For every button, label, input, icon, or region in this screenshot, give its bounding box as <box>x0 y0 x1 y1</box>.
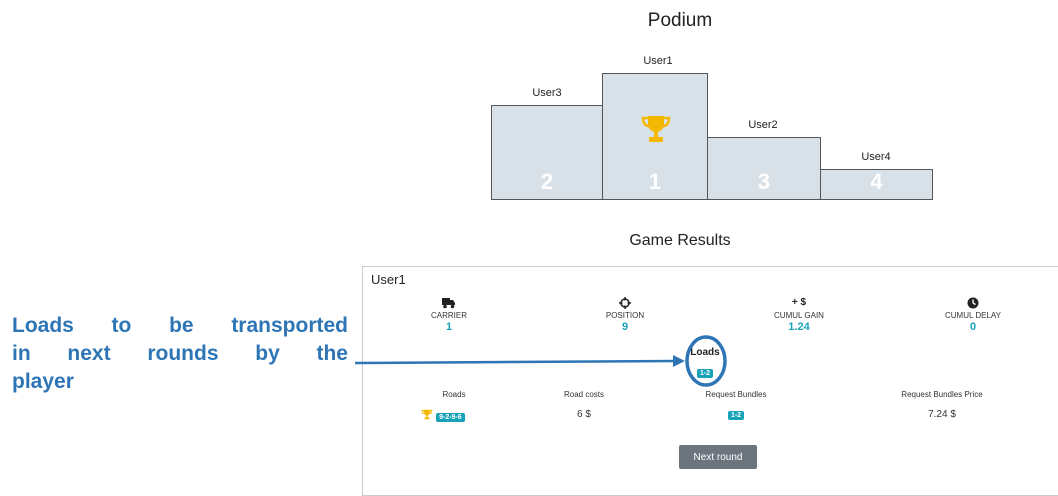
annotation-line: Loads to be transported <box>12 314 348 337</box>
crosshair-icon <box>619 297 631 309</box>
podium-rank: 1 <box>648 169 662 194</box>
podium-rank: 3 <box>757 169 771 194</box>
column-header-request-bundles: Request Bundles <box>705 390 767 399</box>
podium-rank: 2 <box>540 169 554 194</box>
stat-label: POSITION <box>605 311 645 320</box>
roads-cell: 9-2-9-6 <box>373 409 513 422</box>
stat-carrier: CARRIER 1 <box>389 297 509 333</box>
results-title: Game Results <box>629 232 731 249</box>
request-bundles-cell: 1-2 <box>666 409 806 420</box>
column-header-road-costs: Road costs <box>563 390 605 399</box>
stat-cumul-gain: + $ CUMUL GAIN 1.24 <box>739 297 859 333</box>
stat-label: CUMUL GAIN <box>774 311 824 320</box>
user-name: User1 <box>371 272 406 287</box>
trophy-icon <box>641 116 671 142</box>
podium-block-second: 2 <box>491 105 603 200</box>
next-round-button[interactable]: Next round <box>679 445 757 469</box>
truck-icon <box>442 298 455 309</box>
column-header-roads: Roads <box>442 390 466 399</box>
stat-value: 9 <box>621 321 629 333</box>
stat-cumul-delay: CUMUL DELAY 0 <box>913 297 1033 333</box>
podium-user-label: User3 <box>532 87 562 99</box>
stat-label: CUMUL DELAY <box>944 311 1001 320</box>
stat-label: CARRIER <box>430 311 467 320</box>
annotation-text: Loads to be transported in next rounds b… <box>12 312 348 396</box>
road-costs-value: 6 $ <box>577 409 591 420</box>
stat-position: POSITION 9 <box>565 297 685 333</box>
stat-value: 1 <box>445 321 453 333</box>
podium-block-first: 1 <box>602 73 708 200</box>
dollar-icon: + $ <box>791 297 807 308</box>
podium-rank: 4 <box>870 169 883 194</box>
loads-highlight-circle <box>685 335 727 387</box>
annotation-line: player <box>12 370 74 393</box>
column-header-request-bundles-price: Request Bundles Price <box>901 390 983 399</box>
request-bundles-price-value: 7.24 $ <box>928 409 956 420</box>
podium-title: Podium <box>647 10 713 31</box>
roads-badge: 9-2-9-6 <box>436 413 465 422</box>
stat-value: 0 <box>969 321 977 333</box>
annotation-arrow <box>355 355 685 367</box>
podium-block-third: 3 <box>707 137 821 200</box>
podium-user-label: User1 <box>643 55 673 67</box>
request-bundles-badge: 1-2 <box>727 411 745 420</box>
podium-block-fourth: 4 <box>820 169 933 200</box>
annotation-line: in next rounds by the <box>12 342 348 365</box>
stat-value: 1.24 <box>788 321 810 333</box>
podium-user-label: User4 <box>861 151 891 163</box>
clock-icon <box>967 297 979 309</box>
podium-user-label: User2 <box>748 119 778 131</box>
trophy-icon <box>421 409 433 420</box>
